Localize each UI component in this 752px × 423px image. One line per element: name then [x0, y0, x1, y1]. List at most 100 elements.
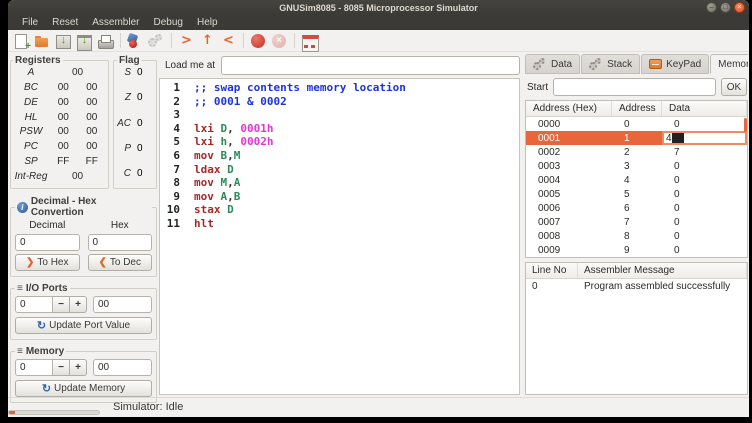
- print-icon[interactable]: [95, 32, 116, 50]
- register-row-bc: BC0000: [13, 82, 106, 93]
- progress-fill: [9, 411, 15, 414]
- table-row[interactable]: 000990: [526, 243, 747, 257]
- decimal-input[interactable]: 0: [15, 234, 80, 251]
- register-row-de: DE0000: [13, 97, 106, 108]
- flag-label: AC: [117, 118, 131, 129]
- menu-reset[interactable]: Reset: [46, 17, 84, 28]
- step-up-icon[interactable]: ↑: [197, 32, 218, 50]
- column-header[interactable]: Address (Hex): [526, 101, 612, 116]
- column-header[interactable]: Data: [662, 101, 747, 116]
- code-editor[interactable]: 1;; swap contents memory location2;; 000…: [159, 78, 520, 395]
- to-dec-button[interactable]: ❮To Dec: [88, 254, 153, 271]
- table-row[interactable]: 000000: [526, 117, 747, 131]
- save-as-icon[interactable]: [74, 32, 95, 50]
- table-row[interactable]: 000440: [526, 173, 747, 187]
- message-row[interactable]: 0Program assembled successfully: [526, 279, 747, 293]
- menu-help[interactable]: Help: [191, 17, 224, 28]
- memory-address-input[interactable]: 0: [15, 359, 53, 376]
- flag-row-c: C0: [117, 168, 153, 179]
- register-row-a: A00: [13, 67, 106, 78]
- menu-debug[interactable]: Debug: [148, 17, 189, 28]
- table-row[interactable]: 000227: [526, 145, 747, 159]
- code-text: [184, 108, 194, 122]
- memory-table: Address (Hex)AddressData 000000000114000…: [525, 100, 748, 258]
- table-row[interactable]: 000660: [526, 201, 747, 215]
- register-value[interactable]: 00: [49, 97, 78, 108]
- memory-minus-button[interactable]: −: [53, 359, 70, 376]
- line-number: 1: [160, 81, 184, 95]
- register-value[interactable]: 00: [78, 112, 107, 123]
- data-edit-input[interactable]: 4: [662, 131, 747, 145]
- menu-file[interactable]: File: [16, 17, 44, 28]
- table-row[interactable]: 000880: [526, 229, 747, 243]
- to-hex-button[interactable]: ❯To Hex: [15, 254, 80, 271]
- column-header[interactable]: Address: [612, 101, 662, 116]
- minimize-button[interactable]: –: [706, 2, 717, 13]
- ok-button[interactable]: OK: [721, 78, 747, 96]
- maximize-button[interactable]: □: [720, 2, 731, 13]
- flag-value[interactable]: 0: [137, 143, 143, 154]
- column-header[interactable]: Line No: [526, 263, 578, 278]
- update-memory-button[interactable]: ↻Update Memory: [15, 380, 152, 397]
- port-address-input[interactable]: 0: [15, 296, 53, 313]
- register-value[interactable]: FF: [78, 156, 107, 167]
- register-value[interactable]: FF: [49, 156, 78, 167]
- register-value[interactable]: 00: [49, 171, 106, 182]
- flag-value[interactable]: 0: [137, 118, 143, 129]
- code-text: hlt: [184, 217, 214, 231]
- memory-plus-button[interactable]: +: [70, 359, 87, 376]
- table-row[interactable]: 000330: [526, 159, 747, 173]
- registers-title: Registers: [15, 55, 61, 66]
- tab-stack[interactable]: Stack: [581, 54, 640, 74]
- flag-label: Z: [117, 92, 131, 103]
- column-header[interactable]: Assembler Message: [578, 263, 747, 278]
- register-value[interactable]: 00: [49, 67, 106, 78]
- hex-label: Hex: [88, 220, 153, 231]
- registers-panel: Registers A00BC0000DE0000HL0000PSW0000PC…: [10, 55, 109, 189]
- tab-keypad[interactable]: KeyPad: [641, 54, 709, 74]
- assemble-icon[interactable]: [125, 32, 146, 50]
- load-me-at-input[interactable]: [221, 56, 520, 75]
- step-right-icon[interactable]: >: [176, 32, 197, 50]
- update-port-button[interactable]: ↻Update Port Value: [15, 317, 152, 334]
- table-row[interactable]: 000770: [526, 215, 747, 229]
- messages-rows: 0Program assembled successfully: [526, 279, 747, 293]
- keypad-window-icon[interactable]: [299, 32, 320, 50]
- register-label: SP: [13, 156, 49, 167]
- hex-input[interactable]: 0: [88, 234, 153, 251]
- open-icon[interactable]: [32, 32, 53, 50]
- line-number: 8: [160, 176, 184, 190]
- table-row[interactable]: 000550: [526, 187, 747, 201]
- flag-value[interactable]: 0: [137, 168, 143, 179]
- register-value[interactable]: 00: [49, 141, 78, 152]
- register-value[interactable]: 00: [49, 112, 78, 123]
- flag-value[interactable]: 0: [137, 67, 143, 78]
- stop-icon: [269, 32, 290, 50]
- new-file-icon[interactable]: [11, 32, 32, 50]
- port-minus-button[interactable]: −: [53, 296, 70, 313]
- register-value[interactable]: 00: [78, 82, 107, 93]
- register-value[interactable]: 00: [49, 82, 78, 93]
- flag-value[interactable]: 0: [137, 92, 143, 103]
- save-icon[interactable]: [53, 32, 74, 50]
- memory-value-input[interactable]: 00: [93, 359, 152, 376]
- start-address-input[interactable]: [553, 78, 716, 96]
- cell-address-hex: 0001: [526, 133, 612, 144]
- port-plus-button[interactable]: +: [70, 296, 87, 313]
- register-row-int-reg: Int-Reg00: [13, 171, 106, 182]
- register-value[interactable]: 00: [49, 126, 78, 137]
- tab-memory[interactable]: Memory: [710, 54, 748, 74]
- register-value[interactable]: 00: [78, 126, 107, 137]
- port-value-input[interactable]: 00: [93, 296, 152, 313]
- menu-assembler[interactable]: Assembler: [86, 17, 145, 28]
- memory-table-scrollbar[interactable]: [744, 118, 747, 132]
- register-value[interactable]: 00: [78, 141, 107, 152]
- table-row[interactable]: 000114: [526, 131, 747, 145]
- info-icon: i: [17, 202, 28, 213]
- step-left-icon[interactable]: <: [218, 32, 239, 50]
- title-bar[interactable]: GNUSim8085 - 8085 Microprocessor Simulat…: [8, 0, 749, 15]
- close-button[interactable]: ×: [734, 2, 745, 13]
- run-icon[interactable]: [248, 32, 269, 50]
- register-value[interactable]: 00: [78, 97, 107, 108]
- tab-data[interactable]: Data: [525, 54, 580, 74]
